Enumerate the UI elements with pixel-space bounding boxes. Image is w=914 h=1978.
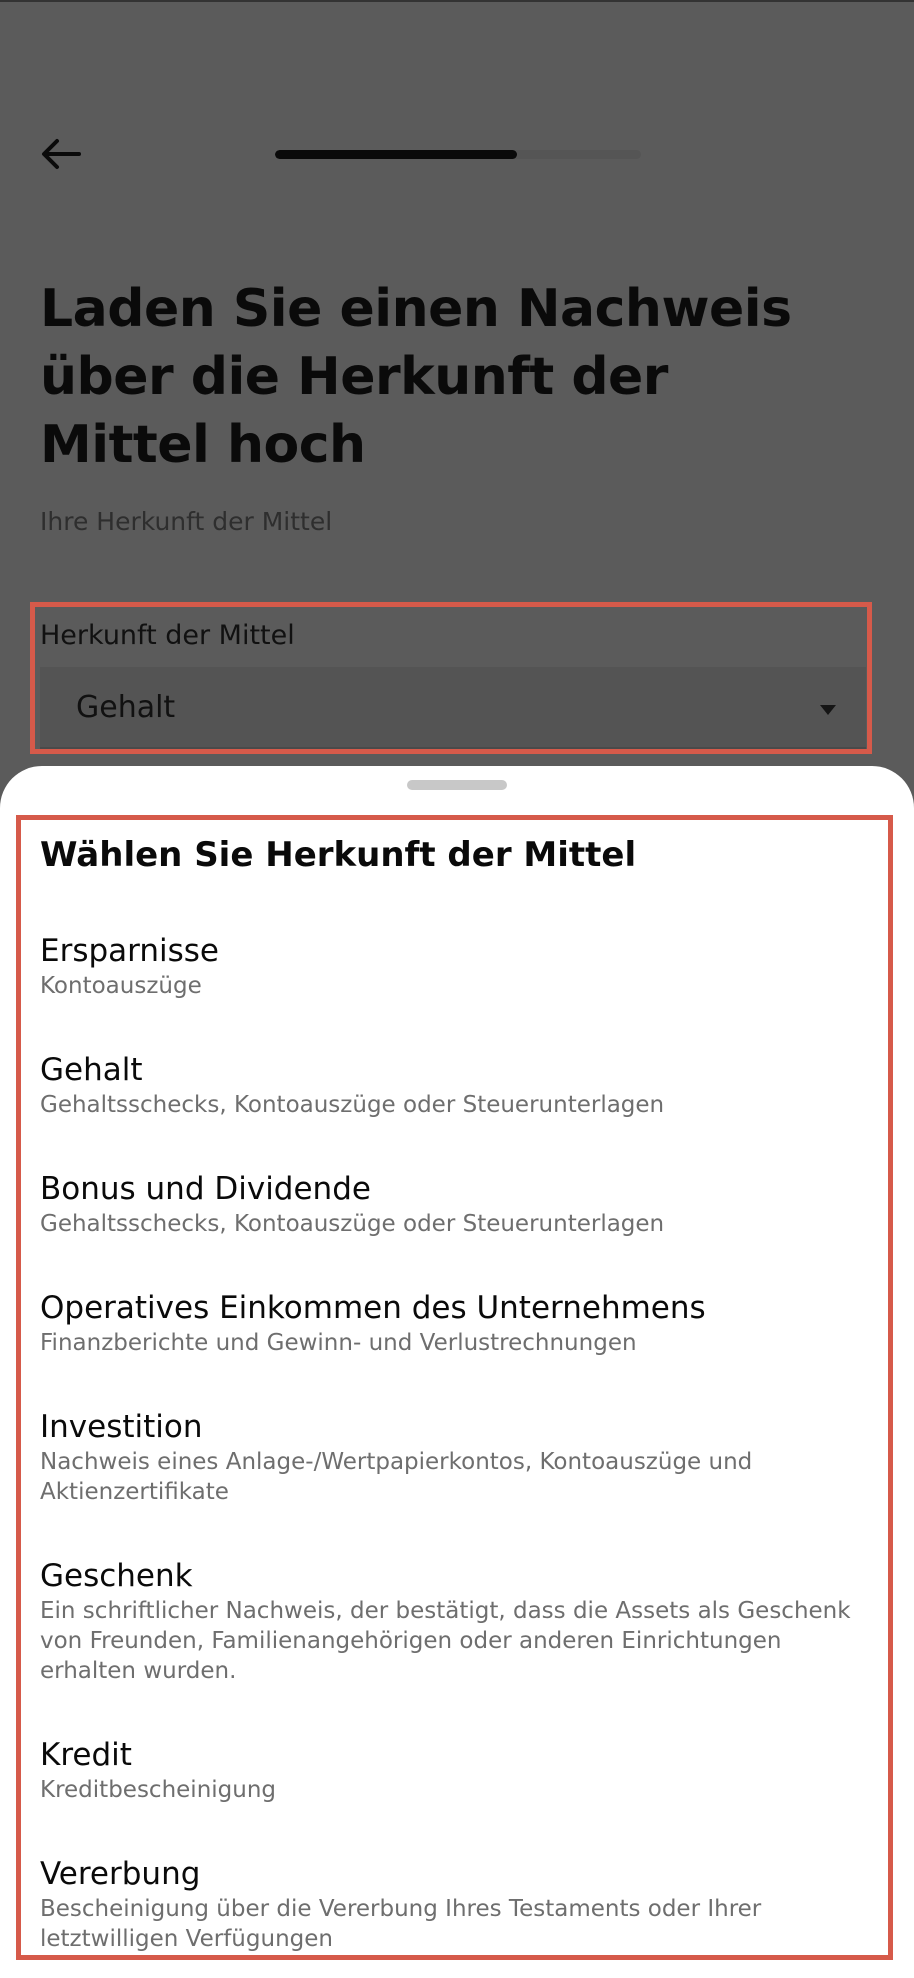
status-strip xyxy=(0,0,914,2)
option-description: Kreditbescheinigung xyxy=(40,1777,277,1803)
option-investition[interactable]: Investition Nachweis eines Anlage-/Wertp… xyxy=(40,1407,876,1507)
option-description: Gehaltsschecks, Kontoauszüge oder Steuer… xyxy=(40,1211,665,1237)
dropdown-arrow-icon xyxy=(820,705,836,715)
option-description: Kontoauszüge xyxy=(40,973,202,999)
option-gehalt[interactable]: Gehalt Gehaltsschecks, Kontoauszüge oder… xyxy=(40,1050,876,1120)
source-of-funds-label: Herkunft der Mittel xyxy=(40,620,295,651)
option-description: Ein schriftlicher Nachweis, der bestätig… xyxy=(40,1598,851,1684)
arrow-left-icon xyxy=(41,138,81,170)
option-vererbung[interactable]: Vererbung Bescheinigung über die Vererbu… xyxy=(40,1854,876,1954)
select-value: Gehalt xyxy=(76,690,176,725)
option-title: Ersparnisse xyxy=(40,933,219,969)
progress-bar xyxy=(275,150,641,159)
back-button[interactable] xyxy=(36,132,86,176)
option-description: Nachweis eines Anlage-/Wertpapierkontos,… xyxy=(40,1449,753,1505)
source-of-funds-select[interactable]: Gehalt xyxy=(40,667,866,749)
option-title: Bonus und Dividende xyxy=(40,1171,371,1207)
option-description: Bescheinigung über die Vererbung Ihres T… xyxy=(40,1896,762,1952)
bottom-sheet: Wählen Sie Herkunft der Mittel Ersparnis… xyxy=(0,766,914,1978)
option-title: Gehalt xyxy=(40,1052,143,1088)
option-kredit[interactable]: Kredit Kreditbescheinigung xyxy=(40,1735,876,1805)
sheet-title: Wählen Sie Herkunft der Mittel xyxy=(40,835,637,875)
option-description: Gehaltsschecks, Kontoauszüge oder Steuer… xyxy=(40,1092,665,1118)
option-geschenk[interactable]: Geschenk Ein schriftlicher Nachweis, der… xyxy=(40,1556,876,1686)
page-subtitle: Ihre Herkunft der Mittel xyxy=(40,507,333,536)
option-title: Operatives Einkommen des Unternehmens xyxy=(40,1290,706,1326)
option-description: Finanzberichte und Gewinn- und Verlustre… xyxy=(40,1330,637,1356)
option-title: Geschenk xyxy=(40,1558,193,1594)
option-title: Kredit xyxy=(40,1737,132,1773)
progress-bar-fill xyxy=(275,150,517,159)
option-operatives-einkommen[interactable]: Operatives Einkommen des Unternehmens Fi… xyxy=(40,1288,876,1358)
option-title: Investition xyxy=(40,1409,203,1445)
option-ersparnisse[interactable]: Ersparnisse Kontoauszüge xyxy=(40,931,876,1001)
sheet-drag-handle[interactable] xyxy=(407,780,507,790)
option-title: Vererbung xyxy=(40,1856,201,1892)
option-bonus-und-dividende[interactable]: Bonus und Dividende Gehaltsschecks, Kont… xyxy=(40,1169,876,1239)
page-title: Laden Sie einen Nachweis über die Herkun… xyxy=(40,279,792,475)
